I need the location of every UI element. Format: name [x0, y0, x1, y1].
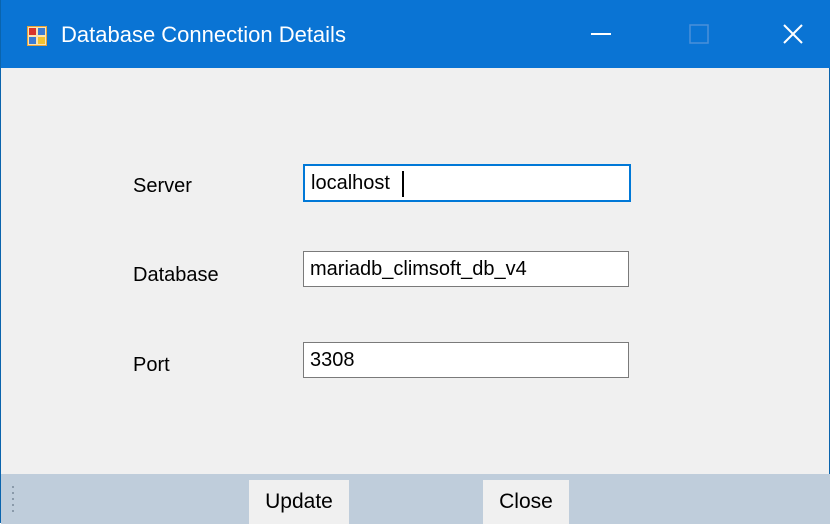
bottom-toolbar [1, 474, 830, 524]
text-caret [402, 171, 404, 197]
close-icon [783, 24, 803, 44]
maximize-icon [689, 24, 709, 44]
close-window-button[interactable] [747, 0, 830, 68]
minimize-button[interactable] [555, 0, 647, 68]
grip-handle-icon[interactable] [11, 484, 17, 518]
server-label: Server [133, 175, 192, 197]
update-button[interactable]: Update [249, 480, 349, 524]
maximize-button[interactable] [653, 0, 745, 68]
window-title: Database Connection Details [61, 22, 346, 47]
server-field[interactable] [303, 164, 631, 202]
close-button[interactable]: Close [483, 480, 569, 524]
minimize-icon [591, 33, 611, 35]
form-area: Server Database Port [1, 68, 829, 474]
port-label: Port [133, 354, 170, 376]
database-field[interactable] [303, 251, 629, 287]
port-field[interactable] [303, 342, 629, 378]
database-label: Database [133, 264, 219, 286]
app-form-icon [27, 26, 47, 46]
dialog-window: Database Connection Details Server Datab… [0, 0, 830, 524]
title-bar[interactable]: Database Connection Details [1, 0, 830, 68]
